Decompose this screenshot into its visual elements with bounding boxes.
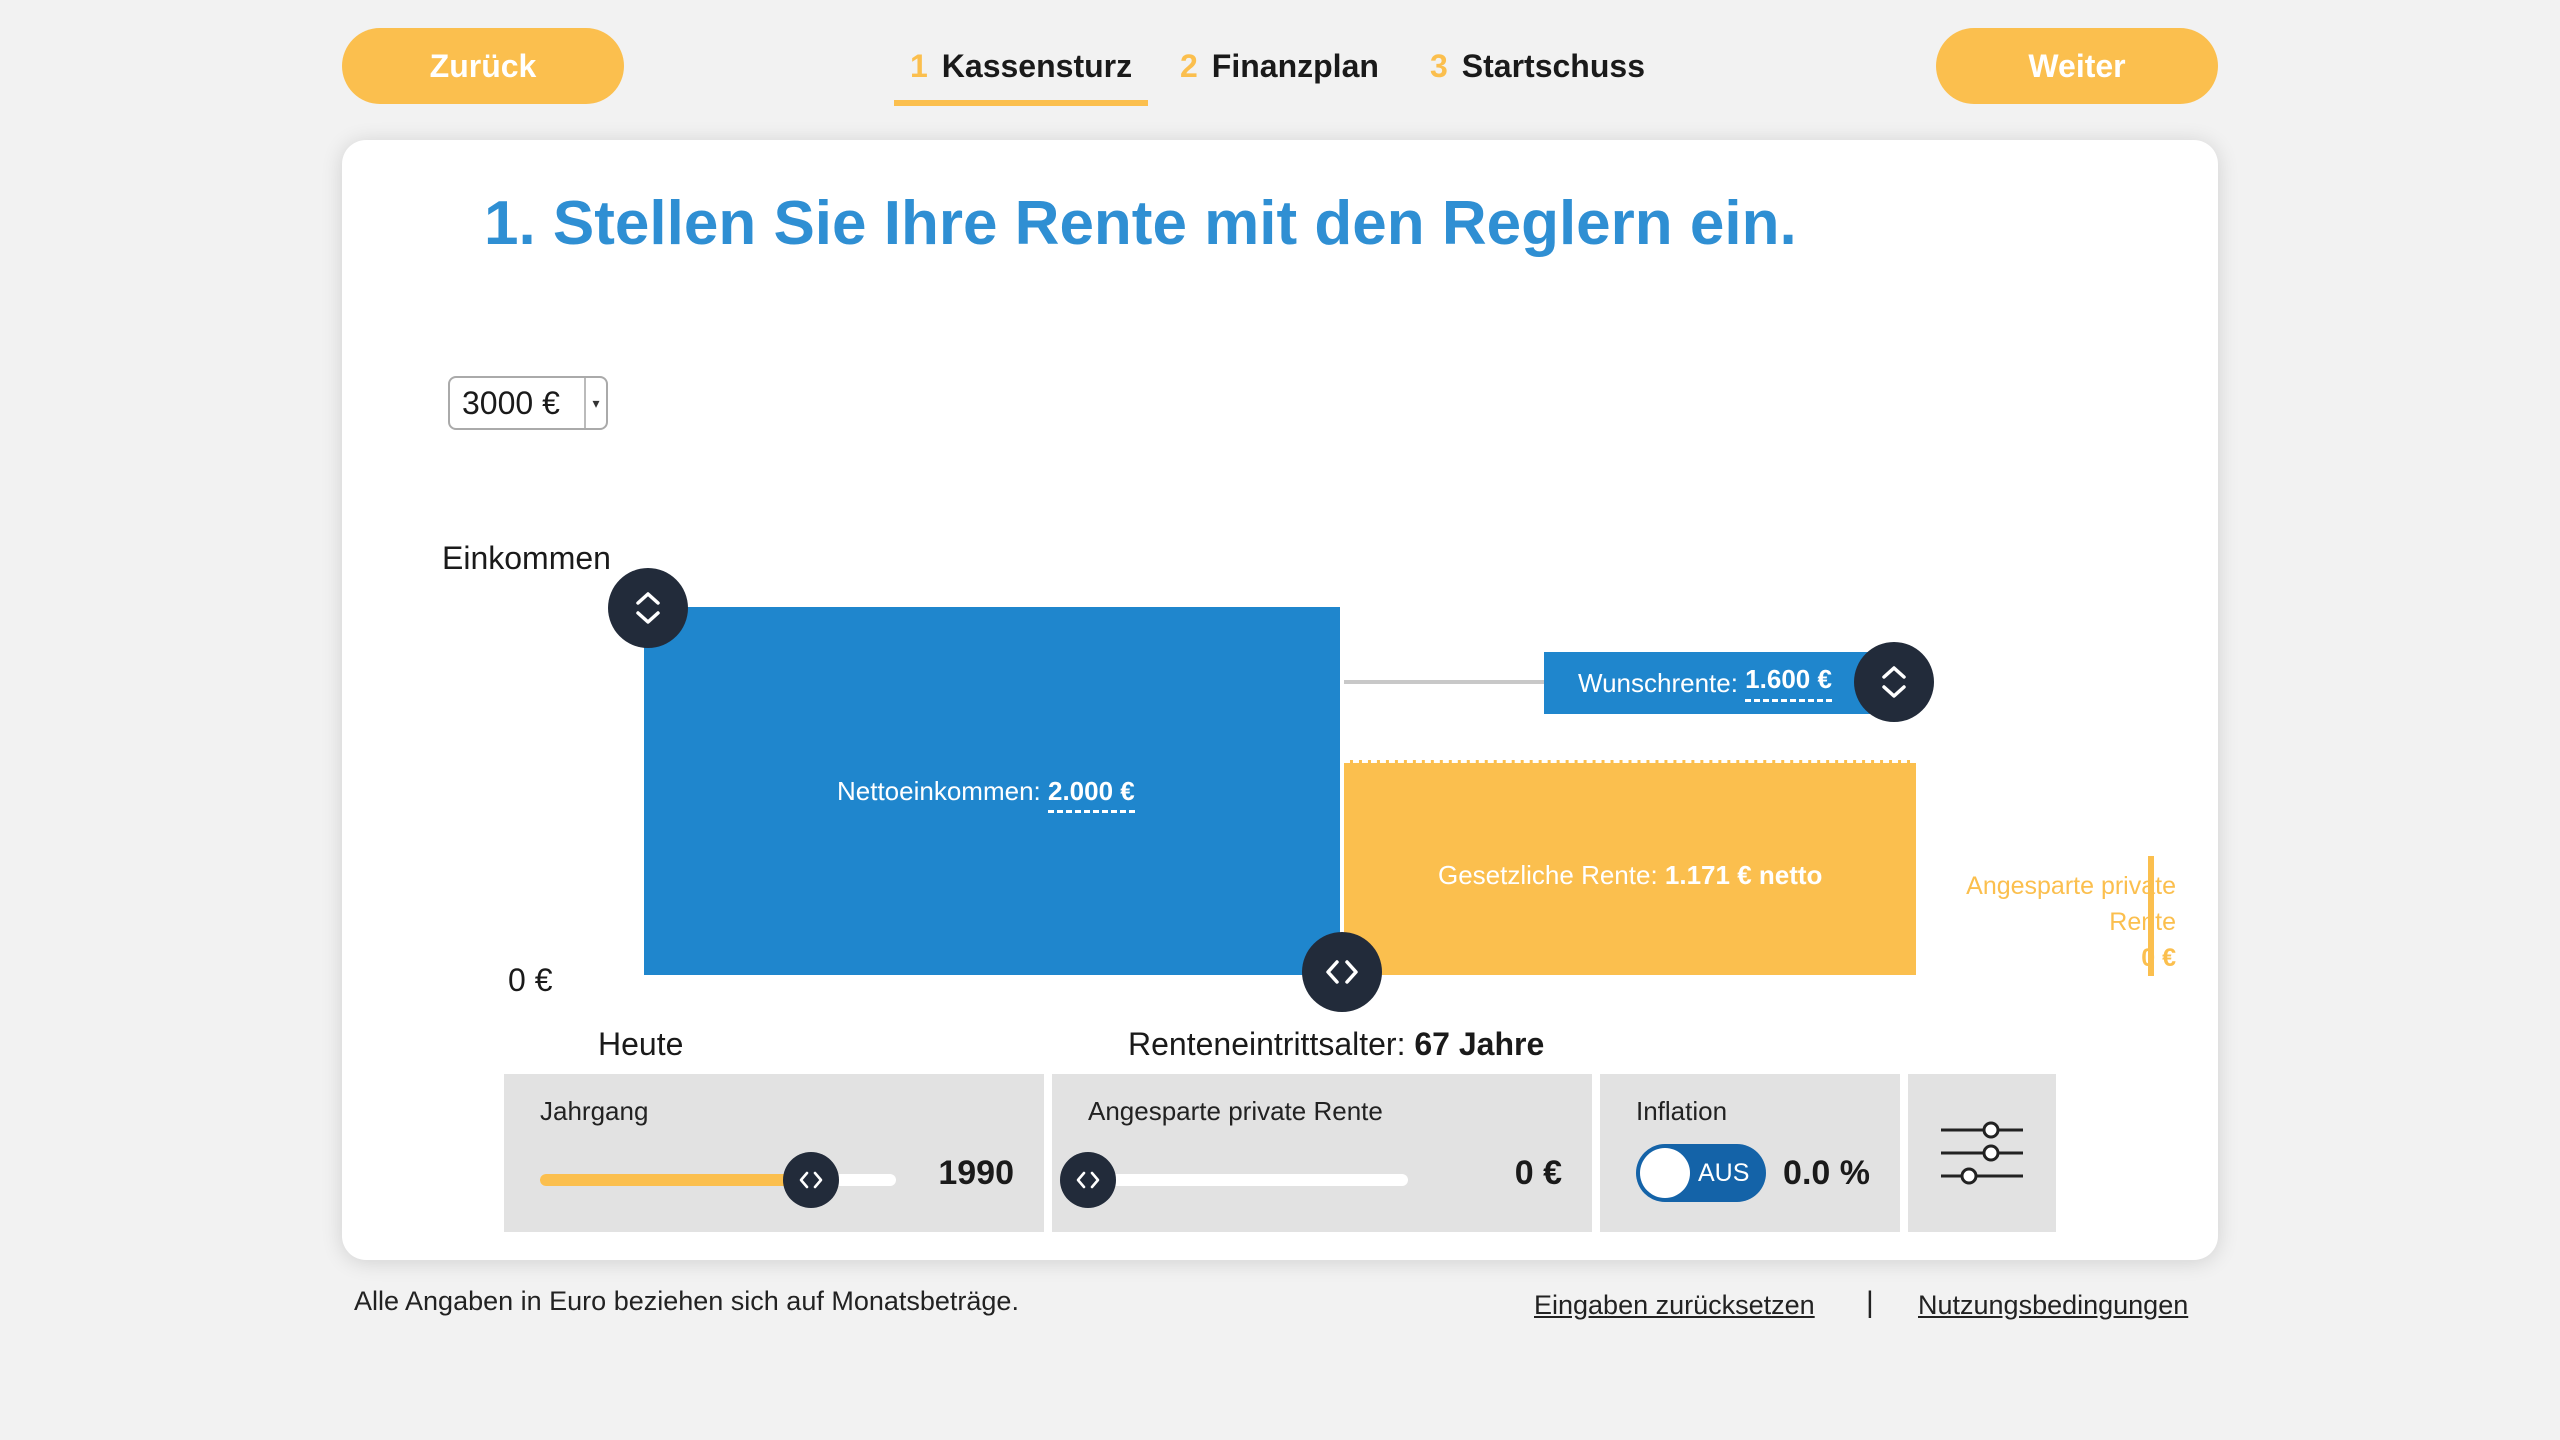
net-income-value[interactable]: 2.000 € [1048, 776, 1135, 813]
wish-pension-label: Wunschrente: 1.600 € [1544, 652, 1884, 714]
income-select-value: 3000 € [462, 384, 560, 421]
sliders-icon [1941, 1121, 2023, 1185]
step-label: Finanzplan [1211, 47, 1379, 84]
pension-calculator-card: 1. Stellen Sie Ihre Rente mit den Regler… [342, 140, 2218, 1260]
y-axis-label: Einkommen [442, 540, 611, 576]
terms-link[interactable]: Nutzungsbedingungen [1918, 1290, 2188, 1321]
chevron-up-down-icon [636, 592, 660, 624]
wish-pension-label-text: Wunschrente: [1578, 667, 1738, 698]
step-finanzplan[interactable]: 2 Finanzplan [1180, 28, 1379, 104]
private-pension-slider-thumb[interactable] [1060, 1152, 1116, 1208]
inflation-toggle[interactable]: AUS [1636, 1144, 1766, 1202]
chevron-up-down-icon [1882, 666, 1906, 698]
step-number: 2 [1180, 47, 1198, 84]
chevron-left-right-icon [799, 1171, 822, 1189]
footer-separator: | [1866, 1286, 1874, 1319]
next-button[interactable]: Weiter [1936, 28, 2218, 104]
private-pension-title: Angesparte private Rente [1088, 1096, 1383, 1126]
step-startschuss[interactable]: 3 Startschuss [1430, 28, 1645, 104]
inflation-title: Inflation [1636, 1096, 1728, 1126]
net-income-label-text: Nettoeinkommen: [837, 776, 1041, 806]
step-number: 1 [910, 47, 928, 84]
jahrgang-panel: Jahrgang 1990 [504, 1074, 1044, 1232]
private-pension-slider-track[interactable] [1088, 1174, 1408, 1186]
jahrgang-slider-thumb[interactable] [782, 1152, 839, 1208]
private-pension-panel: Angesparte private Rente 0 € [1052, 1074, 1592, 1232]
reset-inputs-link[interactable]: Eingaben zurücksetzen [1534, 1290, 1815, 1321]
today-label: Heute [598, 1026, 684, 1062]
state-pension-label-text: Gesetzliche Rente: [1438, 860, 1658, 890]
wish-pension-line [1344, 680, 1544, 684]
retirement-age-prefix: Renteneintrittsalter: [1128, 1026, 1406, 1062]
step-label: Startschuss [1461, 47, 1645, 84]
retirement-age-label: Renteneintrittsalter: 67 Jahre [1128, 1026, 1544, 1063]
private-pension-label-line2: Rente [2109, 908, 2176, 936]
wish-pension-value[interactable]: 1.600 € [1745, 664, 1832, 702]
step-label: Kassensturz [941, 47, 1133, 84]
private-pension-label: Angesparte private Rente 0 € [1872, 868, 2176, 976]
toggle-knob [1640, 1148, 1690, 1198]
private-pension-label-line1: Angesparte private [1966, 872, 2176, 900]
income-select[interactable]: 3000 € ▾ [448, 376, 608, 430]
chevron-down-icon[interactable]: ▾ [584, 378, 606, 428]
chevron-left-right-icon [1076, 1171, 1100, 1189]
retirement-age-handle[interactable] [1302, 932, 1382, 1012]
wish-pension-handle[interactable] [1854, 642, 1934, 722]
private-pension-value: 0 € [2141, 944, 2176, 972]
step-kassensturz[interactable]: 1 Kassensturz [893, 28, 1149, 106]
inflation-toggle-label: AUS [1698, 1159, 1750, 1187]
net-income-label: Nettoeinkommen: 2.000 € [837, 776, 1135, 813]
private-pension-control-value: 0 € [1514, 1154, 1562, 1192]
jahrgang-title: Jahrgang [540, 1096, 649, 1126]
settings-button[interactable] [1908, 1074, 2056, 1232]
jahrgang-slider-fill [540, 1174, 811, 1186]
income-height-handle[interactable] [608, 568, 688, 648]
state-pension-label: Gesetzliche Rente: 1.171 € netto [1438, 860, 1822, 891]
inflation-value: 0.0 % [1783, 1154, 1870, 1192]
retirement-age-value: 67 Jahre [1414, 1026, 1545, 1062]
step-number: 3 [1430, 47, 1448, 84]
state-pension-value: 1.171 € netto [1664, 860, 1823, 890]
private-pension-bar [2148, 856, 2154, 976]
jahrgang-slider-track[interactable] [540, 1174, 896, 1186]
footer-note: Alle Angaben in Euro beziehen sich auf M… [354, 1286, 1019, 1316]
chevron-left-right-icon [1326, 960, 1358, 984]
jahrgang-value: 1990 [938, 1154, 1014, 1192]
page-title: 1. Stellen Sie Ihre Rente mit den Regler… [484, 189, 1797, 258]
inflation-panel: Inflation AUS 0.0 % [1600, 1074, 1900, 1232]
zero-axis-label: 0 € [508, 962, 553, 998]
